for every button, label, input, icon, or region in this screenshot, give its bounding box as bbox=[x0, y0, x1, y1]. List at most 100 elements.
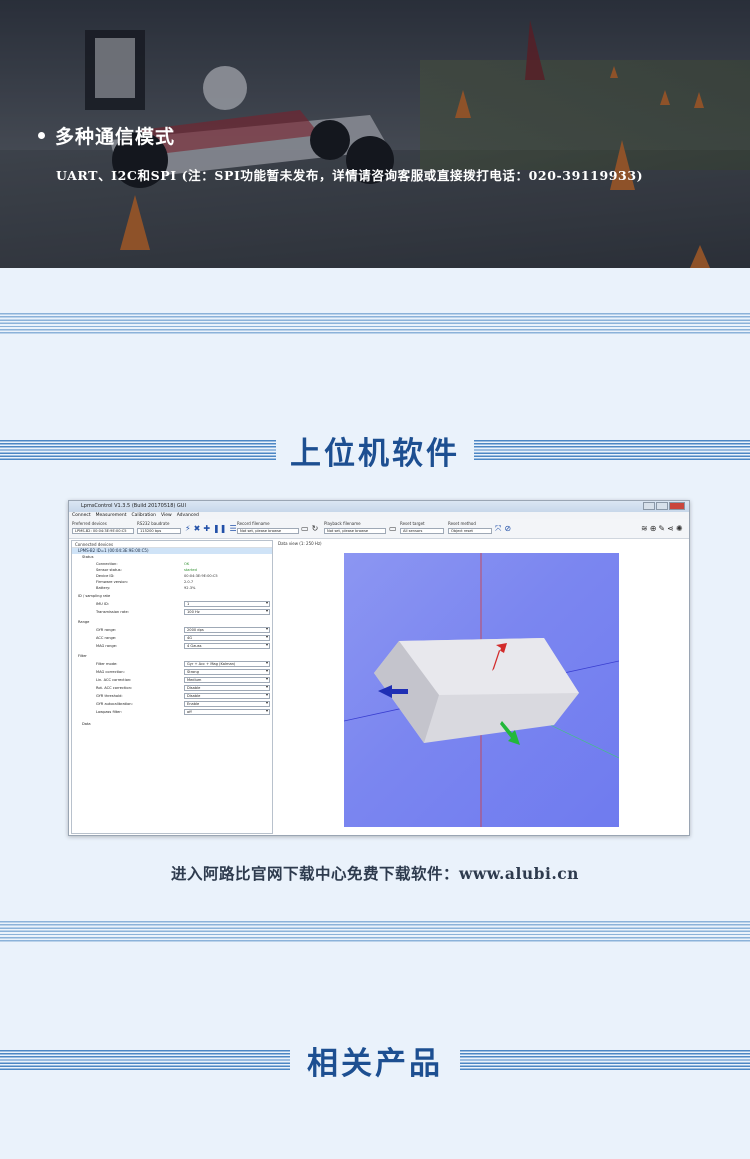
tree-key: Filter mode: bbox=[96, 662, 118, 666]
sun-icon[interactable]: ✺ bbox=[676, 525, 683, 533]
feature-heading: 多种通信模式 bbox=[38, 122, 175, 149]
tree-label: Status bbox=[82, 555, 94, 559]
window-title: LpmsControl V1.3.5 (Build 20170518) GUI bbox=[81, 503, 186, 509]
browse-folder-icon[interactable]: ▭ bbox=[301, 525, 309, 533]
save-sensor-icon[interactable]: ☰ bbox=[229, 525, 236, 533]
reset-target-group: Reset target All sensors bbox=[400, 521, 444, 534]
tree-row: ACC range: 4G bbox=[72, 635, 272, 641]
baudrate-select[interactable]: 115200 bps bbox=[137, 528, 181, 534]
tree-key: Rot. ACC correction: bbox=[96, 686, 133, 690]
baudrate-label: RS232 baudrate bbox=[137, 521, 170, 526]
tree-section-id[interactable]: ID / sampling rate bbox=[72, 593, 272, 599]
stop-icon[interactable]: ⊘ bbox=[504, 525, 511, 533]
tree-row: Rot. ACC correction: Disable bbox=[72, 685, 272, 691]
filter-mode-select[interactable]: Gyr + Acc + Mag (Kalman) bbox=[184, 661, 270, 667]
record-icons: ▭ ↻ bbox=[301, 525, 318, 533]
globe-icon[interactable]: ⊕ bbox=[650, 525, 657, 533]
reset-target-label: Reset target bbox=[400, 521, 425, 526]
preferred-devices-group: Preferred devices LPMS-B2: 00:04:3E:9E:0… bbox=[72, 521, 134, 534]
gyr-range-select[interactable]: 2000 dps bbox=[184, 627, 270, 633]
preferred-devices-select[interactable]: LPMS-B2: 00:04:3E:9E:00:C5 bbox=[72, 528, 134, 534]
tree-key: GYR autocalibration: bbox=[96, 702, 133, 706]
software-screenshot: LpmsControl V1.3.5 (Build 20170518) GUI … bbox=[68, 500, 690, 836]
tree-section-range[interactable]: Range bbox=[72, 619, 272, 625]
gyr-threshold-select[interactable]: Disable bbox=[184, 693, 270, 699]
menu-bar: Connect Measurement Calibration View Adv… bbox=[69, 512, 689, 519]
menu-connect[interactable]: Connect bbox=[72, 512, 91, 519]
reset-method-group: Reset method Object reset bbox=[448, 521, 492, 534]
share-icon[interactable]: ⋖ bbox=[667, 525, 674, 533]
lin-acc-correction-select[interactable]: Medium bbox=[184, 677, 270, 683]
connected-devices-label: Connected devices bbox=[72, 541, 272, 548]
tree-key: Lin. ACC correction: bbox=[96, 678, 132, 682]
acc-range-select[interactable]: 4G bbox=[184, 635, 270, 641]
reset-method-label: Reset method bbox=[448, 521, 476, 526]
reset-target-select[interactable]: All sensors bbox=[400, 528, 444, 534]
reset-method-select[interactable]: Object reset bbox=[448, 528, 492, 534]
toolbar: Preferred devices LPMS-B2: 00:04:3E:9E:0… bbox=[69, 519, 689, 539]
device-tree: Status Connection: OK Sensor status: start… bbox=[72, 554, 272, 834]
data-view-caption: Data view (1: 250 Hz) bbox=[278, 541, 322, 546]
tree-label: Data bbox=[82, 722, 91, 726]
tree-key: IMU ID: bbox=[96, 602, 109, 606]
transmission-rate-select[interactable]: 100 Hz bbox=[184, 609, 270, 615]
playback-icons: ▭ bbox=[389, 525, 397, 533]
view-icons: ≋ ⊕ ✎ ⋖ ✺ bbox=[641, 525, 683, 533]
tree-row: GYR range: 2000 dps bbox=[72, 627, 272, 633]
record-label: Record filename bbox=[237, 521, 270, 526]
mag-range-select[interactable]: 4 Gauss bbox=[184, 643, 270, 649]
tree-row: IMU ID: 1 bbox=[72, 601, 272, 607]
tree-section-data[interactable]: Data bbox=[72, 721, 272, 727]
maximize-icon[interactable] bbox=[656, 502, 668, 510]
tree-key: ACC range: bbox=[96, 636, 117, 640]
tree-label: Range bbox=[78, 620, 90, 624]
section-title-software: 上位机软件 bbox=[290, 436, 460, 472]
menu-view[interactable]: View bbox=[161, 512, 172, 519]
window-controls bbox=[643, 502, 685, 510]
close-icon[interactable] bbox=[669, 502, 685, 510]
3d-orientation-viewport[interactable] bbox=[344, 553, 619, 827]
disconnect-icon[interactable]: ✖ bbox=[194, 525, 201, 533]
tree-label: ID / sampling rate bbox=[78, 594, 111, 598]
record-filename-field[interactable]: Not set, please browse bbox=[237, 528, 299, 534]
menu-calibration[interactable]: Calibration bbox=[132, 512, 156, 519]
record-toggle-icon[interactable]: ↻ bbox=[312, 525, 319, 533]
baudrate-group: RS232 baudrate 115200 bps bbox=[137, 521, 181, 534]
bullet-dot-icon bbox=[38, 132, 45, 139]
tree-row: Battery: 92.3% bbox=[72, 585, 272, 591]
gyr-autocalibration-select[interactable]: Enable bbox=[184, 701, 270, 707]
tree-row: Lin. ACC correction: Medium bbox=[72, 677, 272, 683]
tree-key: Battery: bbox=[96, 586, 111, 590]
window-titlebar: LpmsControl V1.3.5 (Build 20170518) GUI bbox=[69, 501, 689, 512]
mag-correction-select[interactable]: Strong bbox=[184, 669, 270, 675]
tree-key: Transmission rate: bbox=[96, 610, 129, 614]
record-group: Record filename Not set, please browse bbox=[237, 521, 299, 534]
signal-icon[interactable]: ≋ bbox=[641, 525, 648, 533]
stripe-divider bbox=[0, 313, 750, 335]
tree-key: GYR range: bbox=[96, 628, 117, 632]
tree-key: Lowpass filter: bbox=[96, 710, 122, 714]
3d-cube-visualization bbox=[344, 553, 619, 827]
menu-measurement[interactable]: Measurement bbox=[96, 512, 127, 519]
pen-icon[interactable]: ✎ bbox=[658, 525, 665, 533]
playback-filename-field[interactable]: Not set, please browse bbox=[324, 528, 386, 534]
lowpass-filter-select[interactable]: off bbox=[184, 709, 270, 715]
minimize-icon[interactable] bbox=[643, 502, 655, 510]
menu-advanced[interactable]: Advanced bbox=[177, 512, 199, 519]
tree-label: Filter bbox=[78, 654, 87, 658]
rot-acc-correction-select[interactable]: Disable bbox=[184, 685, 270, 691]
pause-icon[interactable]: ❚❚ bbox=[213, 525, 226, 533]
tree-section-status[interactable]: Status bbox=[72, 554, 272, 560]
playback-folder-icon[interactable]: ▭ bbox=[389, 525, 397, 533]
connect-icon[interactable]: ⚡ bbox=[185, 525, 191, 533]
feature-heading-text: 多种通信模式 bbox=[55, 126, 176, 148]
tree-row: MAG range: 4 Gauss bbox=[72, 643, 272, 649]
device-tree-panel: Connected devices LPMS-B2 ID=1 (00:04:3E… bbox=[71, 540, 273, 834]
download-caption: 进入阿路比官网下载中心免费下载软件：www.alubi.cn bbox=[171, 864, 579, 883]
reset-icon[interactable]: ⤧ bbox=[495, 525, 501, 533]
add-sensor-icon[interactable]: ✚ bbox=[203, 525, 210, 533]
tree-row: Transmission rate: 100 Hz bbox=[72, 609, 272, 615]
imu-id-select[interactable]: 1 bbox=[184, 601, 270, 607]
tree-row: GYR autocalibration: Enable bbox=[72, 701, 272, 707]
tree-section-filter[interactable]: Filter bbox=[72, 653, 272, 659]
